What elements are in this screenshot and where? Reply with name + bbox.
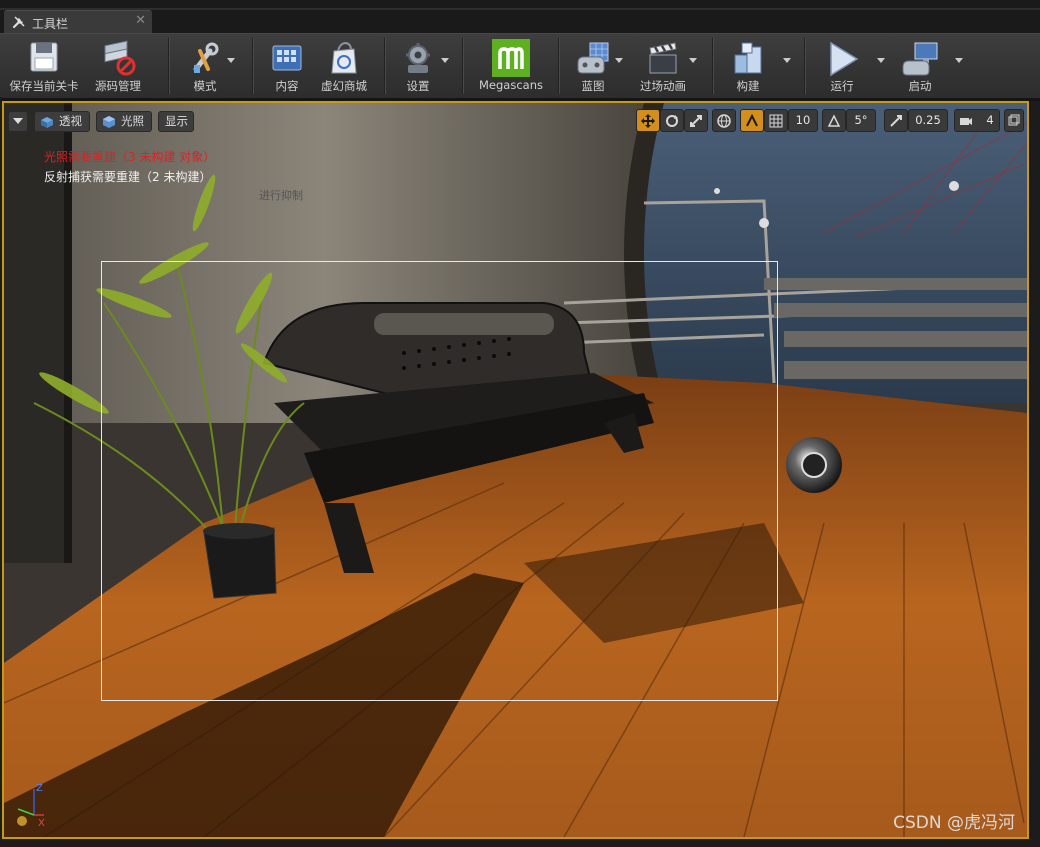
lit-mode-button[interactable]: 光照 [96, 111, 152, 132]
save-current-level-button[interactable]: 保存当前关卡 [4, 34, 84, 98]
toolbar-divider [804, 38, 805, 94]
toolbar-divider [252, 38, 253, 94]
reflection-rebuild-warning: 反射捕获需要重建（2 未构建） [44, 170, 212, 184]
wrench-icon [12, 16, 25, 29]
play-dropdown[interactable] [876, 56, 886, 66]
grid-snap-value[interactable]: 10 [788, 109, 818, 132]
modes-icon [193, 42, 219, 73]
scale-icon [690, 115, 702, 127]
camera-speed-button[interactable]: 4 [954, 109, 1000, 132]
toolbar-divider [558, 38, 559, 94]
rotation-snap-value[interactable]: 5° [846, 109, 876, 132]
surface-snap-icon [746, 114, 758, 127]
maximize-icon [1008, 114, 1020, 126]
blueprint-icon [577, 42, 609, 74]
marketplace-button[interactable]: 虚幻商城 [314, 34, 374, 98]
megascans-icon [492, 39, 530, 77]
megascans-button[interactable]: Megascans [474, 34, 548, 98]
tab-title: 工具栏 [32, 17, 69, 31]
tab-bar-line [0, 8, 1040, 10]
build-dropdown[interactable] [782, 56, 792, 66]
launch-dropdown[interactable] [954, 56, 964, 66]
move-arrows-icon [641, 114, 655, 128]
viewport-options-button[interactable] [8, 111, 28, 132]
world-local-toggle[interactable] [712, 109, 736, 132]
scale-tool-button[interactable] [684, 109, 708, 132]
perspective-button[interactable]: 透视 [34, 111, 90, 132]
toolbar-divider [168, 38, 169, 94]
content-browser-icon [272, 45, 302, 71]
close-icon[interactable]: ✕ [135, 13, 146, 28]
build-button[interactable]: 构建 [722, 34, 774, 98]
tab-bar: 工具栏 ✕ [0, 0, 1040, 33]
viewport-right-edge [1031, 101, 1040, 847]
source-control-button[interactable]: 源码管理 [86, 34, 150, 98]
settings-dropdown[interactable] [440, 56, 450, 66]
blueprints-dropdown[interactable] [614, 56, 624, 66]
axis-z-label: Z [36, 783, 43, 794]
cinematics-button[interactable]: 过场动画 [632, 34, 694, 98]
camera-icon [960, 118, 972, 125]
settings-button[interactable]: 设置 [394, 34, 442, 98]
rotation-snap-toggle[interactable] [822, 109, 846, 132]
marketplace-icon [331, 41, 357, 74]
level-viewport[interactable]: 进行抑制 透视 光照 显示 10 5° 0.25 4 光照需要重建（3 未构建 … [2, 101, 1029, 839]
launch-button[interactable]: 启动 [892, 34, 948, 98]
launch-icon [902, 42, 938, 76]
faint-wall-text: 进行抑制 [259, 188, 303, 202]
settings-icon [406, 43, 430, 73]
grid-icon [769, 114, 783, 128]
scale-snap-toggle[interactable] [884, 109, 908, 132]
rotate-icon [666, 115, 678, 127]
scale-snap-icon [890, 115, 902, 127]
rotate-tool-button[interactable] [660, 109, 684, 132]
save-floppy-icon [30, 42, 58, 72]
source-control-icon [104, 40, 136, 76]
content-button[interactable]: 内容 [262, 34, 312, 98]
scale-snap-value[interactable]: 0.25 [908, 109, 948, 132]
axis-x-label: X [38, 818, 45, 829]
translate-tool-button[interactable] [636, 109, 660, 132]
blueprints-button[interactable]: 蓝图 [568, 34, 618, 98]
toolbar-divider [712, 38, 713, 94]
angle-icon [827, 114, 841, 127]
surface-snap-button[interactable] [740, 109, 764, 132]
perspective-cube-icon [41, 117, 53, 128]
camera-frame-rectangle [101, 261, 778, 701]
play-button[interactable]: 运行 [814, 34, 870, 98]
watermark: CSDN @虎冯河 [893, 813, 1015, 833]
show-button[interactable]: 显示 [158, 111, 194, 132]
cinematics-icon [649, 42, 677, 74]
lit-sphere-icon [103, 116, 115, 128]
cinematics-dropdown[interactable] [688, 56, 698, 66]
modes-button[interactable]: 模式 [178, 34, 232, 98]
globe-icon [717, 114, 731, 128]
viewport-bottom-edge [0, 839, 1040, 847]
chevron-down-icon [13, 118, 23, 124]
play-icon [830, 41, 859, 77]
axis-gizmo: Z X [17, 783, 45, 829]
build-icon [734, 42, 762, 74]
modes-dropdown[interactable] [226, 56, 236, 66]
grid-snap-toggle[interactable] [764, 109, 788, 132]
toolbar-divider [384, 38, 385, 94]
lighting-rebuild-warning: 光照需要重建（3 未构建 对象） [44, 150, 216, 164]
tab-toolbar[interactable]: 工具栏 ✕ [4, 10, 152, 33]
main-toolbar: 保存当前关卡 源码管理 模式 内容 虚幻商城 设置 Megascans 蓝图 过… [0, 33, 1040, 98]
toolbar-divider [462, 38, 463, 94]
maximize-viewport-button[interactable] [1004, 109, 1024, 132]
